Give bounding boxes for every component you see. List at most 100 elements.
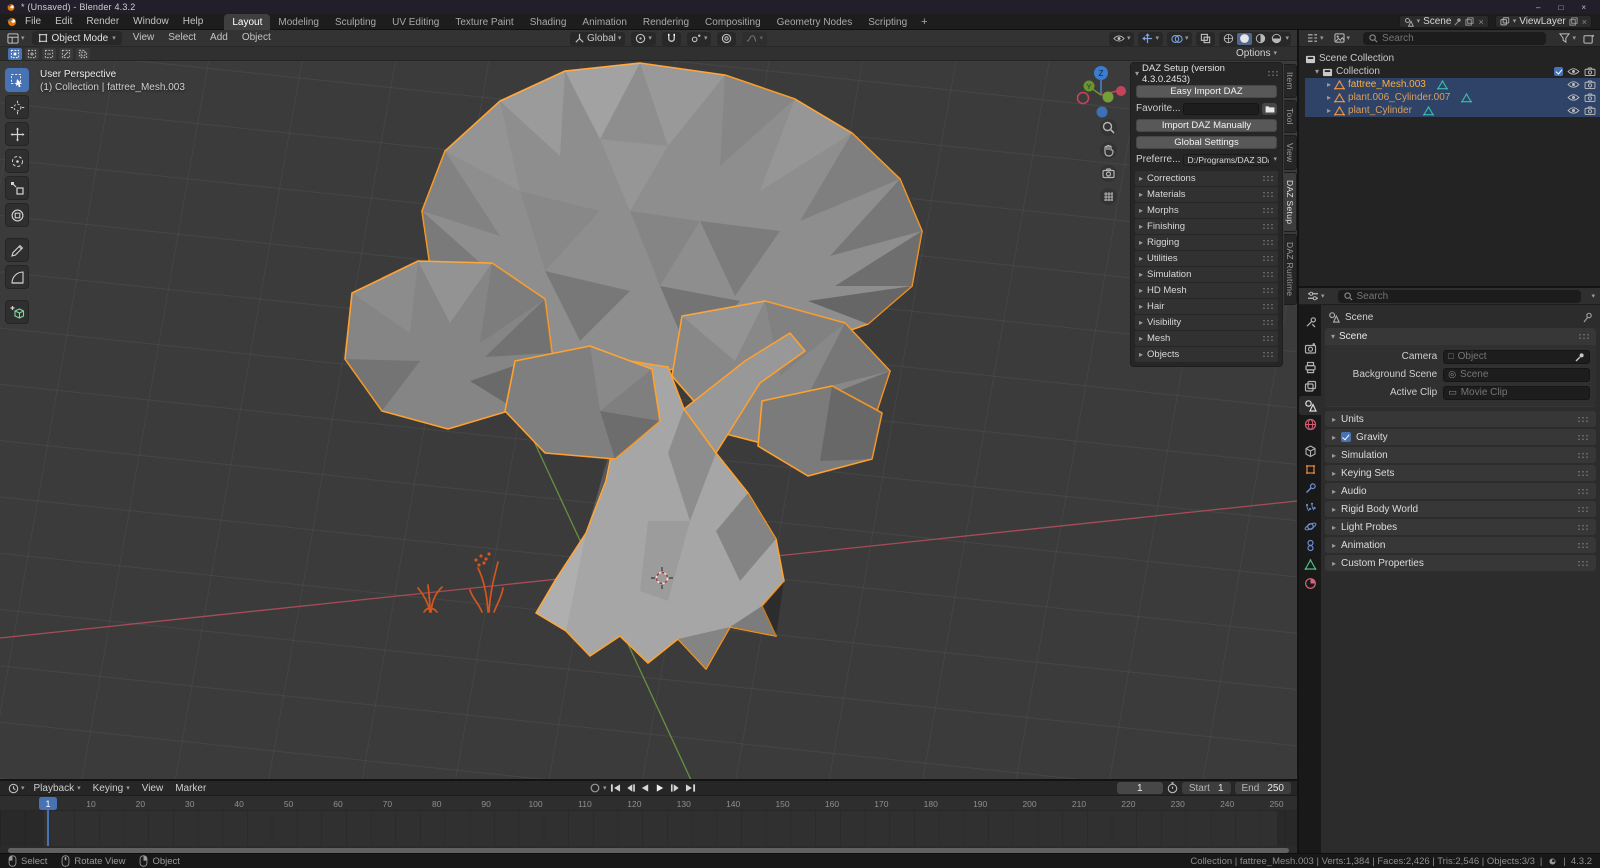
daz-section-header[interactable]: ▸ Corrections [1135,171,1278,186]
menu-item[interactable]: Render [79,14,126,30]
copy-icon[interactable] [1465,17,1474,26]
shading-rendered-button[interactable] [1269,33,1284,45]
editor-type-button[interactable]: ▾ [4,33,28,44]
collapsed-panel-header[interactable]: ▸ Gravity [1325,429,1596,445]
camera-render-icon[interactable] [1584,80,1596,89]
cursor-tool[interactable] [5,95,29,119]
daz-section-header[interactable]: ▸ Utilities [1135,251,1278,266]
outliner-filter-button[interactable]: ▾ [1556,33,1579,43]
rotate-tool[interactable] [5,149,29,173]
viewport-menu-item[interactable]: Add [203,30,235,46]
collection-checkbox[interactable] [1554,67,1563,76]
panel-grip[interactable] [1577,452,1589,459]
camera-render-icon[interactable] [1584,93,1596,102]
zoom-icon[interactable] [1100,119,1117,136]
timeline-menu-item[interactable]: View ▾ [136,783,170,794]
sidebar-tab[interactable]: DAZ Setup [1284,172,1297,232]
shading-wireframe-button[interactable] [1221,33,1236,45]
tree-model[interactable] [345,63,922,669]
eye-icon[interactable] [1567,67,1580,76]
workspace-tab[interactable]: Texture Paint [447,14,521,30]
viewport-menu-item[interactable]: Object [235,30,278,46]
panel-grip[interactable] [1577,488,1589,495]
timeline-tracks[interactable] [0,811,1297,846]
gizmo-x-axis[interactable] [1116,86,1126,96]
timeline-menu-item[interactable]: Marker ▾ [169,783,212,794]
timeline-ruler[interactable]: 1020304050607080901001101201301401501601… [0,796,1297,811]
sidebar-tab[interactable]: View [1284,135,1297,170]
sidebar-tab[interactable]: Tool [1284,100,1297,133]
outliner-search-input[interactable]: Search [1363,32,1546,45]
tab-object-data[interactable] [1299,555,1321,574]
panel-grip[interactable] [1577,434,1589,441]
tab-particles[interactable] [1299,498,1321,517]
panel-grip[interactable] [1262,287,1274,294]
panel-grip[interactable] [1262,271,1274,278]
properties-editor-type-button[interactable]: ▾ [1304,291,1328,301]
transform-tool[interactable] [5,203,29,227]
scale-tool[interactable] [5,176,29,200]
shading-dropdown-icon[interactable]: ▾ [1285,35,1289,42]
workspace-tab[interactable]: Shading [522,14,575,30]
collapsed-panel-header[interactable]: ▸ Simulation [1325,447,1596,463]
tab-tool[interactable] [1299,313,1321,332]
workspace-tab[interactable]: Modeling [270,14,327,30]
daz-section-header[interactable]: ▸ Mesh [1135,331,1278,346]
pin-icon[interactable] [1583,312,1593,323]
chevron-down-icon[interactable]: ▾ [1591,293,1595,300]
add-cube-tool[interactable] [5,300,29,324]
import-daz-manually-button[interactable]: Import DAZ Manually [1136,119,1277,132]
current-frame-field[interactable]: 1 [1117,782,1163,794]
property-id-field[interactable]: Scene [1443,368,1590,382]
eye-icon[interactable] [1567,93,1580,102]
daz-section-header[interactable]: ▸ Objects [1135,347,1278,362]
daz-section-header[interactable]: ▸ Visibility [1135,315,1278,330]
panel-grip[interactable] [1262,255,1274,262]
select-invert-icon[interactable] [59,48,73,60]
select-extend-icon[interactable] [25,48,39,60]
collapsed-panel-header[interactable]: ▸ Audio [1325,483,1596,499]
panel-grip[interactable] [1577,416,1589,423]
preferred-path-dropdown[interactable]: D:/Programs/DAZ 3D/DAZ... [1183,154,1270,166]
pivot-point-button[interactable]: ▾ [631,32,656,46]
stopwatch-icon[interactable] [1167,782,1178,794]
tab-render[interactable] [1299,339,1321,358]
panel-grip[interactable] [1262,239,1274,246]
daz-section-header[interactable]: ▸ Finishing [1135,219,1278,234]
jump-to-end-button[interactable] [684,782,697,794]
workspace-tab[interactable]: Scripting [860,14,915,30]
menu-item[interactable]: Window [126,14,176,30]
scene-panel-header[interactable]: ▾ Scene [1325,328,1596,345]
eye-icon[interactable] [1567,80,1580,89]
viewport-menu-item[interactable]: View [126,30,162,46]
close-button[interactable]: × [1581,3,1586,12]
next-keyframe-button[interactable] [669,782,682,794]
panel-grip[interactable] [1262,175,1274,182]
panel-grip[interactable] [1578,333,1590,340]
scene-collection-row[interactable]: Scene Collection [1305,52,1600,65]
timeline-menu-item[interactable]: Playback ▾ [28,783,87,794]
outliner-object-row[interactable]: ▸ plant.006_Cylinder.007 [1305,91,1600,104]
options-button[interactable]: Options ▾ [1236,48,1277,59]
outliner-display-mode-button[interactable]: ▾ [1304,33,1327,43]
menu-item[interactable]: Help [176,14,211,30]
viewport-menu-item[interactable]: Select [161,30,203,46]
pan-hand-icon[interactable] [1100,142,1117,159]
visibility-dropdown-button[interactable]: ▾ [1109,32,1135,46]
select-intersect-icon[interactable] [76,48,90,60]
folder-icon[interactable] [1262,103,1277,115]
daz-panel-header[interactable]: ▾ DAZ Setup (version 4.3.0.2453) [1135,66,1278,81]
tab-constraints[interactable] [1299,536,1321,555]
camera-view-icon[interactable] [1100,165,1117,182]
select-new-icon[interactable] [8,48,22,60]
workspace-tab[interactable]: Rendering [635,14,697,30]
tab-output[interactable] [1299,358,1321,377]
panel-grip[interactable] [1267,70,1278,77]
copy-icon[interactable] [1569,17,1578,26]
eye-icon[interactable] [1567,106,1580,115]
global-settings-button[interactable]: Global Settings [1136,136,1277,149]
play-reverse-button[interactable] [639,782,652,794]
daz-section-header[interactable]: ▸ Rigging [1135,235,1278,250]
minimize-button[interactable]: – [1536,3,1540,12]
jump-to-start-button[interactable] [609,782,622,794]
